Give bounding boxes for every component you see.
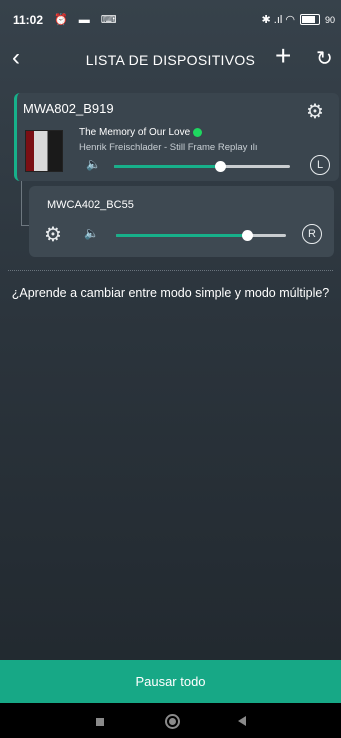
channel-badge[interactable]: L	[310, 155, 330, 175]
app-header: ‹ LISTA DE DISPOSITIVOS + ↻	[0, 38, 341, 82]
album-art[interactable]	[25, 130, 63, 172]
track-title: The Memory of Our Love	[79, 127, 191, 138]
spotify-icon	[193, 128, 203, 137]
signal-wifi-icon: ✱ .ıl ◠	[261, 14, 295, 26]
gear-icon[interactable]: ⚙	[306, 99, 324, 124]
volume-slider[interactable]	[114, 161, 290, 172]
volume-slider-knob[interactable]	[214, 161, 226, 172]
device-card-secondary[interactable]: MWCA402_BC55 ⚙ 🔈 R	[29, 186, 334, 257]
battery-icon	[299, 14, 320, 25]
back-nav-icon[interactable]	[238, 716, 246, 726]
volume-icon[interactable]: 🔈	[86, 157, 101, 171]
volume-slider-knob[interactable]	[241, 230, 253, 241]
status-right: ✱ .ıl ◠ 90	[261, 13, 335, 26]
equalizer-icon: ılı	[250, 142, 258, 153]
pause-all-button[interactable]: Pausar todo	[0, 660, 341, 703]
track-title-row: The Memory of Our Love	[79, 127, 203, 138]
volume-slider-fill	[114, 165, 220, 168]
track-artist: Henrik Freischlader - Still Frame Replay…	[79, 142, 257, 153]
battery-level: 90	[324, 14, 335, 25]
add-device-icon[interactable]: +	[275, 42, 291, 70]
device-name: MWA802_B919	[23, 101, 114, 116]
status-bar: 11:02 ⏰ ▬ ⌨ ✱ .ıl ◠ 90	[0, 0, 341, 38]
notification-icons: ⏰ ▬ ⌨	[54, 14, 121, 26]
track-artist-text: Henrik Freischlader - Still Frame Replay	[79, 142, 248, 153]
device-card-primary[interactable]: MWA802_B919 ⚙ The Memory of Our Love Hen…	[14, 93, 339, 181]
home-icon[interactable]	[165, 714, 180, 729]
device-name: MWCA402_BC55	[47, 199, 134, 211]
volume-slider-fill	[116, 234, 247, 237]
status-time: 11:02	[13, 13, 44, 27]
system-nav-bar	[0, 703, 341, 738]
recents-icon[interactable]	[96, 718, 104, 726]
channel-badge[interactable]: R	[302, 224, 322, 244]
volume-icon[interactable]: 🔈	[84, 226, 99, 240]
refresh-icon[interactable]: ↻	[316, 46, 333, 71]
divider	[8, 270, 333, 271]
gear-icon[interactable]: ⚙	[44, 222, 62, 247]
volume-slider[interactable]	[116, 230, 286, 241]
help-link[interactable]: ¿Aprende a cambiar entre modo simple y m…	[0, 286, 341, 300]
